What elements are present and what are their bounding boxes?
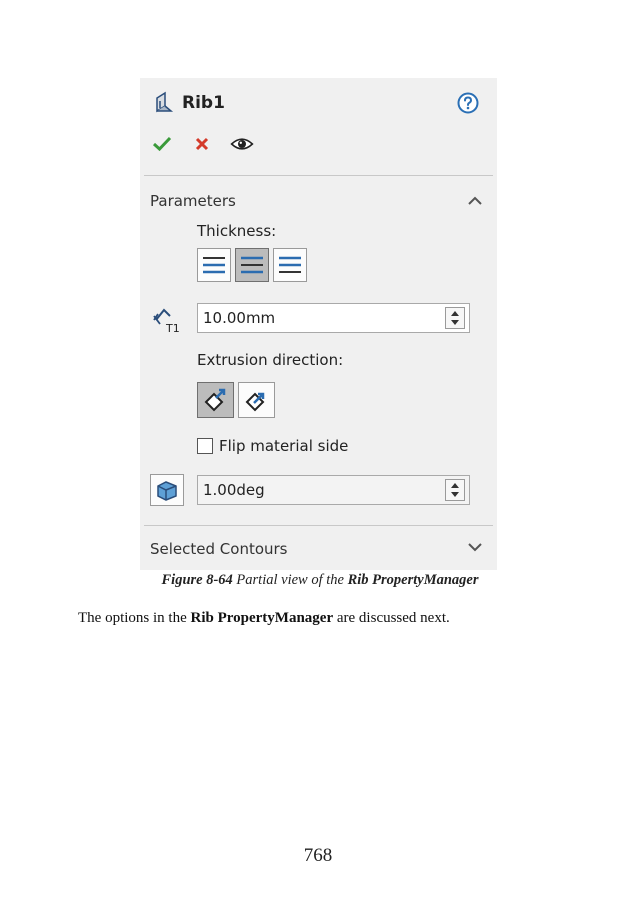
page-number: 768: [303, 845, 333, 866]
flip-material-side-checkbox[interactable]: [197, 438, 213, 454]
extrusion-buttons: [197, 382, 275, 418]
thickness-label: Thickness:: [197, 222, 277, 240]
spin-down-icon[interactable]: [449, 490, 461, 499]
checkmark-icon: [152, 136, 172, 152]
spin-down-icon[interactable]: [449, 318, 461, 327]
draft-angle-value: 1.00deg: [203, 481, 265, 499]
normal-to-sketch-icon: [245, 392, 264, 412]
parallel-to-sketch-icon: [204, 388, 225, 412]
rib-property-manager: Rib1 Parameters Thickness: T1 10.00mm Ex…: [140, 78, 497, 570]
draft-spinner[interactable]: [445, 479, 465, 501]
parallel-to-sketch-button[interactable]: [197, 382, 234, 418]
thickness-value: 10.00mm: [203, 309, 276, 327]
thickness-spinner[interactable]: [445, 307, 465, 329]
selected-contours-header[interactable]: Selected Contours: [150, 540, 288, 558]
draft-icon: [157, 481, 177, 501]
draft-toggle-button[interactable]: [150, 474, 184, 506]
figure-caption: Figure 8-64 Partial view of the Rib Prop…: [0, 572, 636, 589]
draft-angle-input[interactable]: 1.00deg: [197, 475, 470, 505]
extrusion-direction-label: Extrusion direction:: [197, 351, 344, 369]
spin-up-icon[interactable]: [449, 309, 461, 318]
thickness-buttons: [197, 248, 307, 282]
cancel-button[interactable]: [190, 133, 214, 155]
thickness-both-sides-button[interactable]: [235, 248, 269, 282]
chevron-down-icon[interactable]: [467, 542, 483, 552]
caption-text: Partial view of the: [232, 572, 348, 588]
caption-target: Rib PropertyManager: [347, 572, 479, 588]
action-row: [150, 133, 254, 155]
close-icon: [195, 137, 209, 151]
body-suffix: are discussed next.: [333, 610, 450, 626]
ok-button[interactable]: [150, 133, 174, 155]
chevron-up-icon[interactable]: [467, 196, 483, 206]
thickness-second-side-button[interactable]: [273, 248, 307, 282]
title-row: Rib1: [150, 90, 225, 116]
eye-icon: [230, 138, 254, 150]
flip-material-side-row[interactable]: Flip material side: [197, 437, 348, 455]
thickness-both-sides-icon: [241, 256, 263, 274]
preview-button[interactable]: [230, 133, 254, 155]
thickness-input[interactable]: 10.00mm: [197, 303, 470, 333]
divider: [144, 175, 493, 176]
svg-text:T1: T1: [165, 322, 180, 335]
body-paragraph: The options in the Rib PropertyManager a…: [78, 610, 450, 627]
thickness-second-side-icon: [279, 256, 301, 273]
body-bold: Rib PropertyManager: [190, 610, 334, 626]
flip-material-side-label: Flip material side: [219, 437, 349, 455]
figure-number: Figure 8-64: [161, 572, 233, 588]
normal-to-sketch-button[interactable]: [238, 382, 275, 418]
spin-up-icon[interactable]: [449, 481, 461, 490]
divider: [144, 525, 493, 526]
thickness-first-side-button[interactable]: [197, 248, 231, 282]
help-icon[interactable]: [457, 92, 479, 114]
rib-thickness-icon: T1: [153, 308, 180, 335]
body-prefix: The options in the: [78, 610, 191, 626]
rib-feature-icon: [156, 91, 174, 113]
panel-title: Rib1: [182, 93, 225, 113]
thickness-first-side-icon: [203, 257, 225, 274]
parameters-header[interactable]: Parameters: [150, 192, 236, 210]
